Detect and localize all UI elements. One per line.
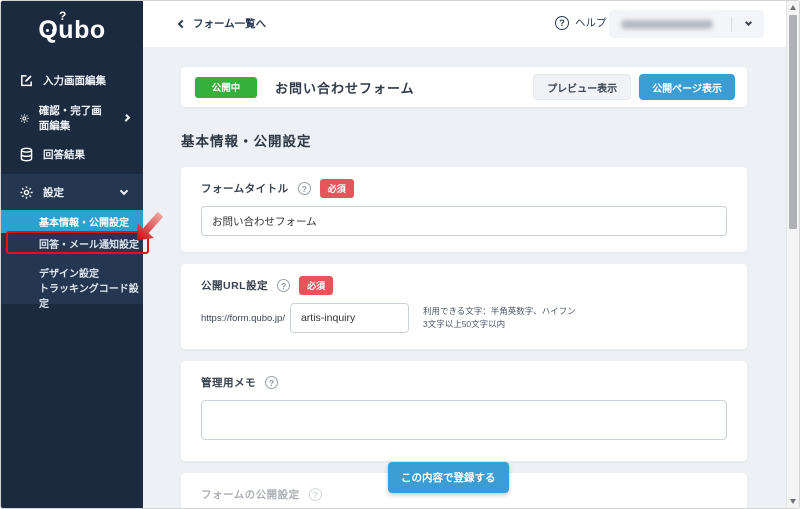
sidebar-subitem-tracking-code-settings[interactable]: トラッキングコード設定 bbox=[1, 284, 143, 306]
form-title-label: フォームタイトル bbox=[201, 181, 289, 196]
admin-memo-textarea[interactable] bbox=[201, 400, 727, 440]
sidebar-subitem-label: 回答・メール通知設定 bbox=[39, 236, 139, 251]
question-circle-icon[interactable]: ? bbox=[265, 376, 278, 389]
database-icon bbox=[19, 147, 34, 162]
public-url-card: 公開URL設定 ? 必須 https://form.qubo.jp/ 利用できる… bbox=[181, 264, 747, 349]
required-badge: 必須 bbox=[299, 276, 333, 295]
sidebar-item-label: 入力画面編集 bbox=[43, 73, 106, 88]
sidebar-subitem-label: デザイン設定 bbox=[39, 265, 99, 280]
app-window: Qubo ? 入力画面編集 確認・完了画面編集 回答結果 bbox=[0, 0, 800, 509]
topbar: フォーム一覧へ ? ヘルプ bbox=[143, 1, 787, 47]
question-circle-icon[interactable]: ? bbox=[298, 182, 311, 195]
admin-memo-card: 管理用メモ ? bbox=[181, 361, 747, 461]
sidebar: Qubo ? 入力画面編集 確認・完了画面編集 回答結果 bbox=[1, 1, 143, 508]
qubo-logo-eye bbox=[52, 29, 55, 32]
section-title: 基本情報・公開設定 bbox=[181, 130, 747, 150]
form-title: お問い合わせフォーム bbox=[275, 78, 415, 97]
vertical-scrollbar bbox=[786, 1, 799, 508]
scrollbar-up-arrow-icon[interactable] bbox=[790, 5, 796, 10]
chevron-down-icon bbox=[744, 19, 751, 26]
preview-button[interactable]: プレビュー表示 bbox=[533, 74, 631, 100]
sidebar-subitem-answer-mail-notification-settings[interactable]: 回答・メール通知設定 bbox=[1, 233, 143, 254]
help-link[interactable]: ? ヘルプ bbox=[555, 15, 607, 30]
back-link-label: フォーム一覧へ bbox=[193, 16, 266, 31]
edit-icon bbox=[19, 73, 34, 88]
sidebar-item-input-screen-edit[interactable]: 入力画面編集 bbox=[1, 69, 143, 91]
sidebar-item-answer-results[interactable]: 回答結果 bbox=[1, 143, 143, 165]
question-circle-icon[interactable]: ? bbox=[277, 279, 290, 292]
sidebar-item-label: 確認・完了画面編集 bbox=[39, 103, 106, 133]
question-circle-icon[interactable]: ? bbox=[309, 488, 322, 501]
sidebar-item-confirm-complete-edit[interactable]: 確認・完了画面編集 bbox=[1, 107, 143, 129]
back-to-form-list-link[interactable]: フォーム一覧へ bbox=[179, 16, 266, 31]
scrollbar-down-arrow-icon[interactable] bbox=[790, 499, 796, 504]
chevron-down-icon bbox=[120, 186, 128, 194]
qubo-logo-eye bbox=[46, 29, 49, 32]
qubo-logo[interactable]: Qubo ? bbox=[1, 16, 143, 52]
scrollbar-thumb[interactable] bbox=[789, 15, 797, 229]
publish-page-button[interactable]: 公開ページ表示 bbox=[639, 74, 735, 100]
url-prefix: https://form.qubo.jp/ bbox=[201, 313, 285, 324]
sidebar-item-settings[interactable]: 設定 bbox=[1, 174, 143, 210]
chevron-right-icon bbox=[123, 114, 131, 122]
form-title-card: フォームタイトル ? 必須 bbox=[181, 167, 747, 252]
url-slug-input[interactable] bbox=[290, 303, 409, 333]
sidebar-subitem-label: 基本情報・公開設定 bbox=[39, 214, 129, 229]
form-header-card: 公開中 お問い合わせフォーム プレビュー表示 公開ページ表示 bbox=[181, 67, 747, 107]
main-content: 公開中 お問い合わせフォーム プレビュー表示 公開ページ表示 基本情報・公開設定… bbox=[143, 47, 787, 509]
required-badge: 必須 bbox=[320, 179, 354, 198]
sidebar-subitem-basic-info-publish-settings[interactable]: 基本情報・公開設定 bbox=[1, 210, 143, 233]
status-badge: 公開中 bbox=[195, 77, 257, 98]
sidebar-item-label: 回答結果 bbox=[43, 147, 85, 162]
user-email-blurred bbox=[621, 20, 713, 29]
admin-memo-label: 管理用メモ bbox=[201, 375, 256, 390]
sidebar-item-label: 設定 bbox=[43, 185, 64, 200]
url-usage-note: 利用できる文字：半角英数字、ハイフン 3文字以上50文字以内 bbox=[423, 305, 576, 331]
sidebar-subitem-label: トラッキングコード設定 bbox=[39, 280, 143, 310]
chevron-left-icon bbox=[178, 19, 186, 27]
publish-settings-label: フォームの公開設定 bbox=[201, 487, 300, 502]
public-url-label: 公開URL設定 bbox=[201, 278, 268, 293]
qubo-logo-question-mark: ? bbox=[59, 9, 67, 23]
question-circle-icon: ? bbox=[555, 16, 569, 30]
account-dropdown[interactable] bbox=[609, 10, 764, 38]
submit-button[interactable]: この内容で登録する bbox=[388, 462, 509, 493]
gear-icon bbox=[19, 111, 30, 126]
help-label: ヘルプ bbox=[575, 15, 607, 30]
gear-icon bbox=[19, 185, 34, 200]
sidebar-settings-group: 設定 基本情報・公開設定 回答・メール通知設定 デザイン設定 トラッキングコード… bbox=[1, 174, 143, 304]
form-title-input[interactable] bbox=[201, 206, 727, 236]
